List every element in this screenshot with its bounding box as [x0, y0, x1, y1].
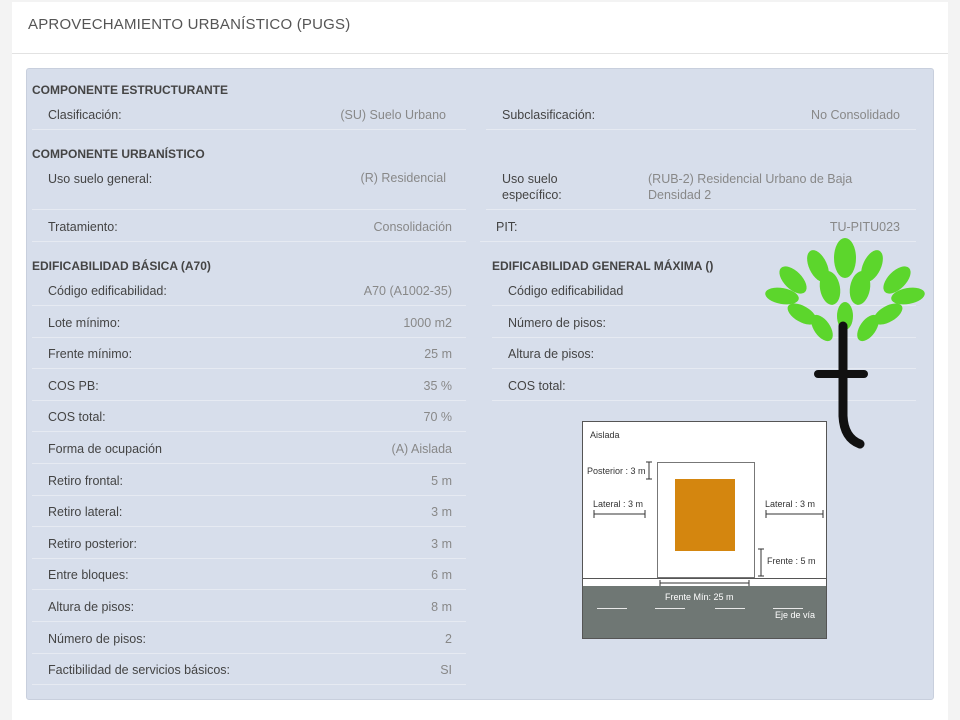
row-uso-suelo-general: Uso suelo general: (R) Residencial: [32, 168, 466, 210]
pit-value: TU-PITU023: [829, 220, 900, 234]
basica-row-label: COS PB:: [48, 378, 99, 393]
basica-row: Forma de ocupación (A) Aislada: [32, 434, 466, 464]
maxima-row-label: Código edificabilidad: [508, 284, 624, 298]
basica-row-value: A70 (A1002-35): [363, 284, 452, 298]
basica-row-value: 3 m: [431, 536, 452, 551]
basica-row-label: Forma de ocupación: [48, 442, 162, 456]
posterior-dimension-icon: [646, 461, 652, 480]
basica-row-label: Retiro frontal:: [48, 473, 124, 488]
basica-row: Altura de pisos: 8 m: [32, 592, 466, 622]
section-edificabilidad-maxima: EDIFICABILIDAD GENERAL MÁXIMA (): [492, 259, 714, 273]
diagram-eje-via-label: Eje de vía: [775, 610, 816, 620]
basica-row: COS total: 70 %: [32, 402, 466, 433]
basica-row-label: COS total:: [48, 410, 106, 425]
row-uso-suelo-especifico: Uso suelo específico: (RUB-2) Residencia…: [486, 168, 916, 210]
diagram-posterior-label: Posterior : 3 m: [587, 466, 646, 476]
ocupacion-diagram: Aislada Posterior : 3 m Lateral : 3 m La…: [582, 421, 827, 639]
uso-especifico-value: (RUB-2) Residencial Urbano de Baja Densi…: [648, 171, 868, 203]
basica-row-value: 1000 m2: [403, 315, 452, 330]
basica-row: Entre bloques: 6 m: [32, 560, 466, 591]
uso-especifico-label-line1: Uso suelo: [502, 172, 558, 186]
clasificacion-label: Clasificación:: [48, 108, 122, 122]
section-edificabilidad-basica: EDIFICABILIDAD BÁSICA (A70): [32, 259, 211, 273]
basica-row: Frente mínimo: 25 m: [32, 339, 466, 370]
basica-row: Retiro frontal: 5 m: [32, 466, 466, 496]
basica-row-label: Entre bloques:: [48, 568, 129, 583]
section-componente-estructurante: COMPONENTE ESTRUCTURANTE: [32, 83, 229, 97]
lateral-left-dimension-icon: [593, 510, 646, 518]
pit-label: PIT:: [496, 220, 518, 234]
basica-row: Retiro lateral: 3 m: [32, 497, 466, 528]
row-subclasificacion: Subclasificación: No Consolidado: [486, 100, 916, 130]
subclasificacion-value: No Consolidado: [811, 108, 900, 122]
tratamiento-label: Tratamiento:: [48, 220, 118, 234]
basica-row-label: Retiro lateral:: [48, 505, 123, 520]
section-componente-urbanistico: COMPONENTE URBANÍSTICO: [32, 147, 205, 161]
uso-general-label: Uso suelo general:: [48, 172, 153, 186]
building-footprint: [675, 479, 735, 551]
basica-row-label: Altura de pisos:: [48, 600, 135, 614]
tratamiento-value: Consolidación: [373, 220, 452, 234]
lot-front-line: [583, 578, 826, 579]
frente-dimension-icon: [758, 548, 764, 577]
basica-row: Retiro posterior: 3 m: [32, 529, 466, 559]
uso-general-value: (R) Residencial: [360, 171, 446, 185]
lateral-right-dimension-icon: [765, 510, 824, 518]
row-tratamiento: Tratamiento: Consolidación: [32, 212, 466, 242]
diagram-frente-min-label: Frente Mín: 25 m: [665, 592, 734, 602]
basica-row-label: Número de pisos:: [48, 631, 146, 646]
uso-especifico-label: Uso suelo específico:: [502, 171, 622, 203]
diagram-title: Aislada: [590, 430, 620, 440]
diagram-lateral-left-label: Lateral : 3 m: [593, 499, 644, 509]
basica-row-value: 6 m: [431, 568, 452, 583]
header-card: APROVECHAMIENTO URBANÍSTICO (PUGS): [12, 2, 948, 54]
road-dash-4: [773, 608, 803, 609]
basica-row-value: 5 m: [431, 473, 452, 488]
uso-especifico-label-line2: específico:: [502, 188, 562, 202]
subclasificacion-label: Subclasificación:: [502, 108, 596, 122]
basica-row-value: 35 %: [423, 378, 453, 393]
basica-row-value: 25 m: [424, 347, 452, 362]
basica-row-value: SI: [440, 663, 452, 678]
basica-row-value: (A) Aislada: [391, 442, 452, 456]
page-title: APROVECHAMIENTO URBANÍSTICO (PUGS): [28, 16, 351, 33]
basica-row-value: 8 m: [431, 600, 452, 614]
clasificacion-value: (SU) Suelo Urbano: [340, 108, 446, 122]
road-dash-2: [655, 608, 685, 609]
diagram-frente-label: Frente : 5 m: [767, 556, 816, 566]
basica-row: Lote mínimo: 1000 m2: [32, 308, 466, 338]
tree-logo-icon: [765, 238, 925, 449]
road-dash-1: [597, 608, 627, 609]
basica-row-label: Lote mínimo:: [48, 315, 121, 330]
basica-row-label: Código edificabilidad:: [48, 284, 167, 298]
basica-row: Factibilidad de servicios básicos: SI: [32, 655, 466, 686]
basica-row-label: Retiro posterior:: [48, 536, 137, 551]
maxima-row-label: Número de pisos:: [508, 315, 606, 330]
maxima-row-label: Altura de pisos:: [508, 347, 595, 362]
row-clasificacion: Clasificación: (SU) Suelo Urbano: [32, 100, 466, 130]
uso-especifico-value-line1: (RUB-2) Residencial Urbano de Baja: [648, 172, 853, 186]
diagram-lateral-right-label: Lateral : 3 m: [765, 499, 816, 509]
maxima-row-label: COS total:: [508, 378, 566, 393]
basica-row-value: 3 m: [431, 505, 452, 520]
basica-row-value: 2: [445, 631, 452, 646]
basica-row-label: Frente mínimo:: [48, 347, 133, 362]
basica-row: COS PB: 35 %: [32, 371, 466, 401]
basica-row-value: 70 %: [423, 410, 453, 425]
road-dash-3: [715, 608, 745, 609]
uso-especifico-value-line2: Densidad 2: [648, 188, 712, 202]
basica-row: Código edificabilidad: A70 (A1002-35): [32, 276, 466, 306]
basica-row-label: Factibilidad de servicios básicos:: [48, 663, 231, 678]
basica-row: Número de pisos: 2: [32, 624, 466, 654]
